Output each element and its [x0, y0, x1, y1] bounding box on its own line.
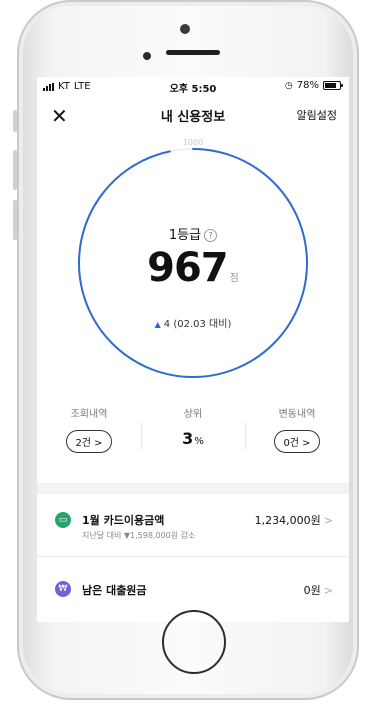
- credit-score: 967 점: [37, 245, 349, 291]
- alarm-icon: ◷: [284, 80, 293, 91]
- rank-value: 3%: [141, 429, 245, 448]
- gauge-max-label: 1000: [182, 138, 204, 147]
- score-change-text: 4 (02.03 대비): [163, 319, 232, 330]
- changes-label: 변동내역: [278, 409, 316, 420]
- card-usage-subtitle: 지난달 대비 ▼1,598,000원 감소: [82, 531, 196, 540]
- inquiry-button[interactable]: 2건 >: [66, 430, 112, 453]
- battery-icon: [323, 81, 343, 90]
- earpiece-speaker: [166, 50, 220, 55]
- home-button[interactable]: [162, 610, 226, 674]
- help-icon[interactable]: ?: [204, 229, 218, 242]
- summary-list: ▭ 1월 카드이용금액 지난달 대비 ▼1,598,000원 감소 1,234,…: [37, 494, 349, 622]
- loan-amount-value: 0원: [303, 584, 321, 597]
- stats-row: 조회내역 2건 > 상위 3% 변동내역 0건 >: [37, 403, 349, 473]
- app-screen: KT LTE 오후 5:50 ◷ 78% ✕ 내 신용정보 알림설정 1000 …: [37, 77, 349, 622]
- nav-bar: ✕ 내 신용정보 알림설정: [37, 97, 349, 133]
- changes-button[interactable]: 0건 >: [274, 430, 320, 453]
- status-bar: KT LTE 오후 5:50 ◷ 78%: [37, 77, 349, 97]
- volume-down-button: [13, 200, 17, 240]
- list-item-card-usage[interactable]: ▭ 1월 카드이용금액 지난달 대비 ▼1,598,000원 감소 1,234,…: [37, 494, 349, 556]
- chevron-right-icon: >: [323, 514, 333, 527]
- front-camera: [143, 52, 151, 60]
- card-icon: ▭: [55, 512, 71, 528]
- up-triangle-icon: ▲: [154, 320, 161, 329]
- notification-settings-link[interactable]: 알림설정: [297, 107, 337, 123]
- score-number: 967: [147, 245, 228, 291]
- rank-stat: 상위 3%: [141, 403, 245, 473]
- card-usage-title: 1월 카드이용금액: [82, 514, 165, 527]
- battery-fill: [325, 83, 336, 88]
- camera-dot: [180, 24, 190, 34]
- changes-stat: 변동내역 0건 >: [245, 403, 349, 473]
- battery-percent: 78%: [296, 80, 319, 91]
- grade-label: 1등급: [168, 228, 202, 243]
- score-unit: 점: [229, 273, 239, 284]
- credit-score-card: 1000 1등급? 967 점 ▲ 4 (02.03 대비) 조회내역 2건 > 상…: [37, 133, 349, 483]
- won-icon: ₩: [55, 581, 71, 597]
- mute-switch: [13, 110, 17, 132]
- loan-title: 남은 대출원금: [82, 584, 147, 597]
- loan-amount: 0원 >: [304, 582, 333, 598]
- score-change: ▲ 4 (02.03 대비): [37, 315, 349, 330]
- volume-up-button: [13, 150, 17, 190]
- inquiry-label: 조회내역: [70, 409, 108, 420]
- score-gauge: 1000 1등급? 967 점 ▲ 4 (02.03 대비): [37, 133, 349, 403]
- inquiry-stat: 조회내역 2건 >: [37, 403, 141, 473]
- chevron-right-icon: >: [323, 584, 333, 597]
- card-usage-amount-value: 1,234,000원: [254, 514, 321, 527]
- rank-label: 상위: [183, 409, 203, 420]
- rank-number: 3: [182, 429, 194, 448]
- credit-grade: 1등급?: [37, 224, 349, 243]
- rank-unit: %: [194, 436, 204, 447]
- card-usage-amount: 1,234,000원 >: [255, 512, 333, 528]
